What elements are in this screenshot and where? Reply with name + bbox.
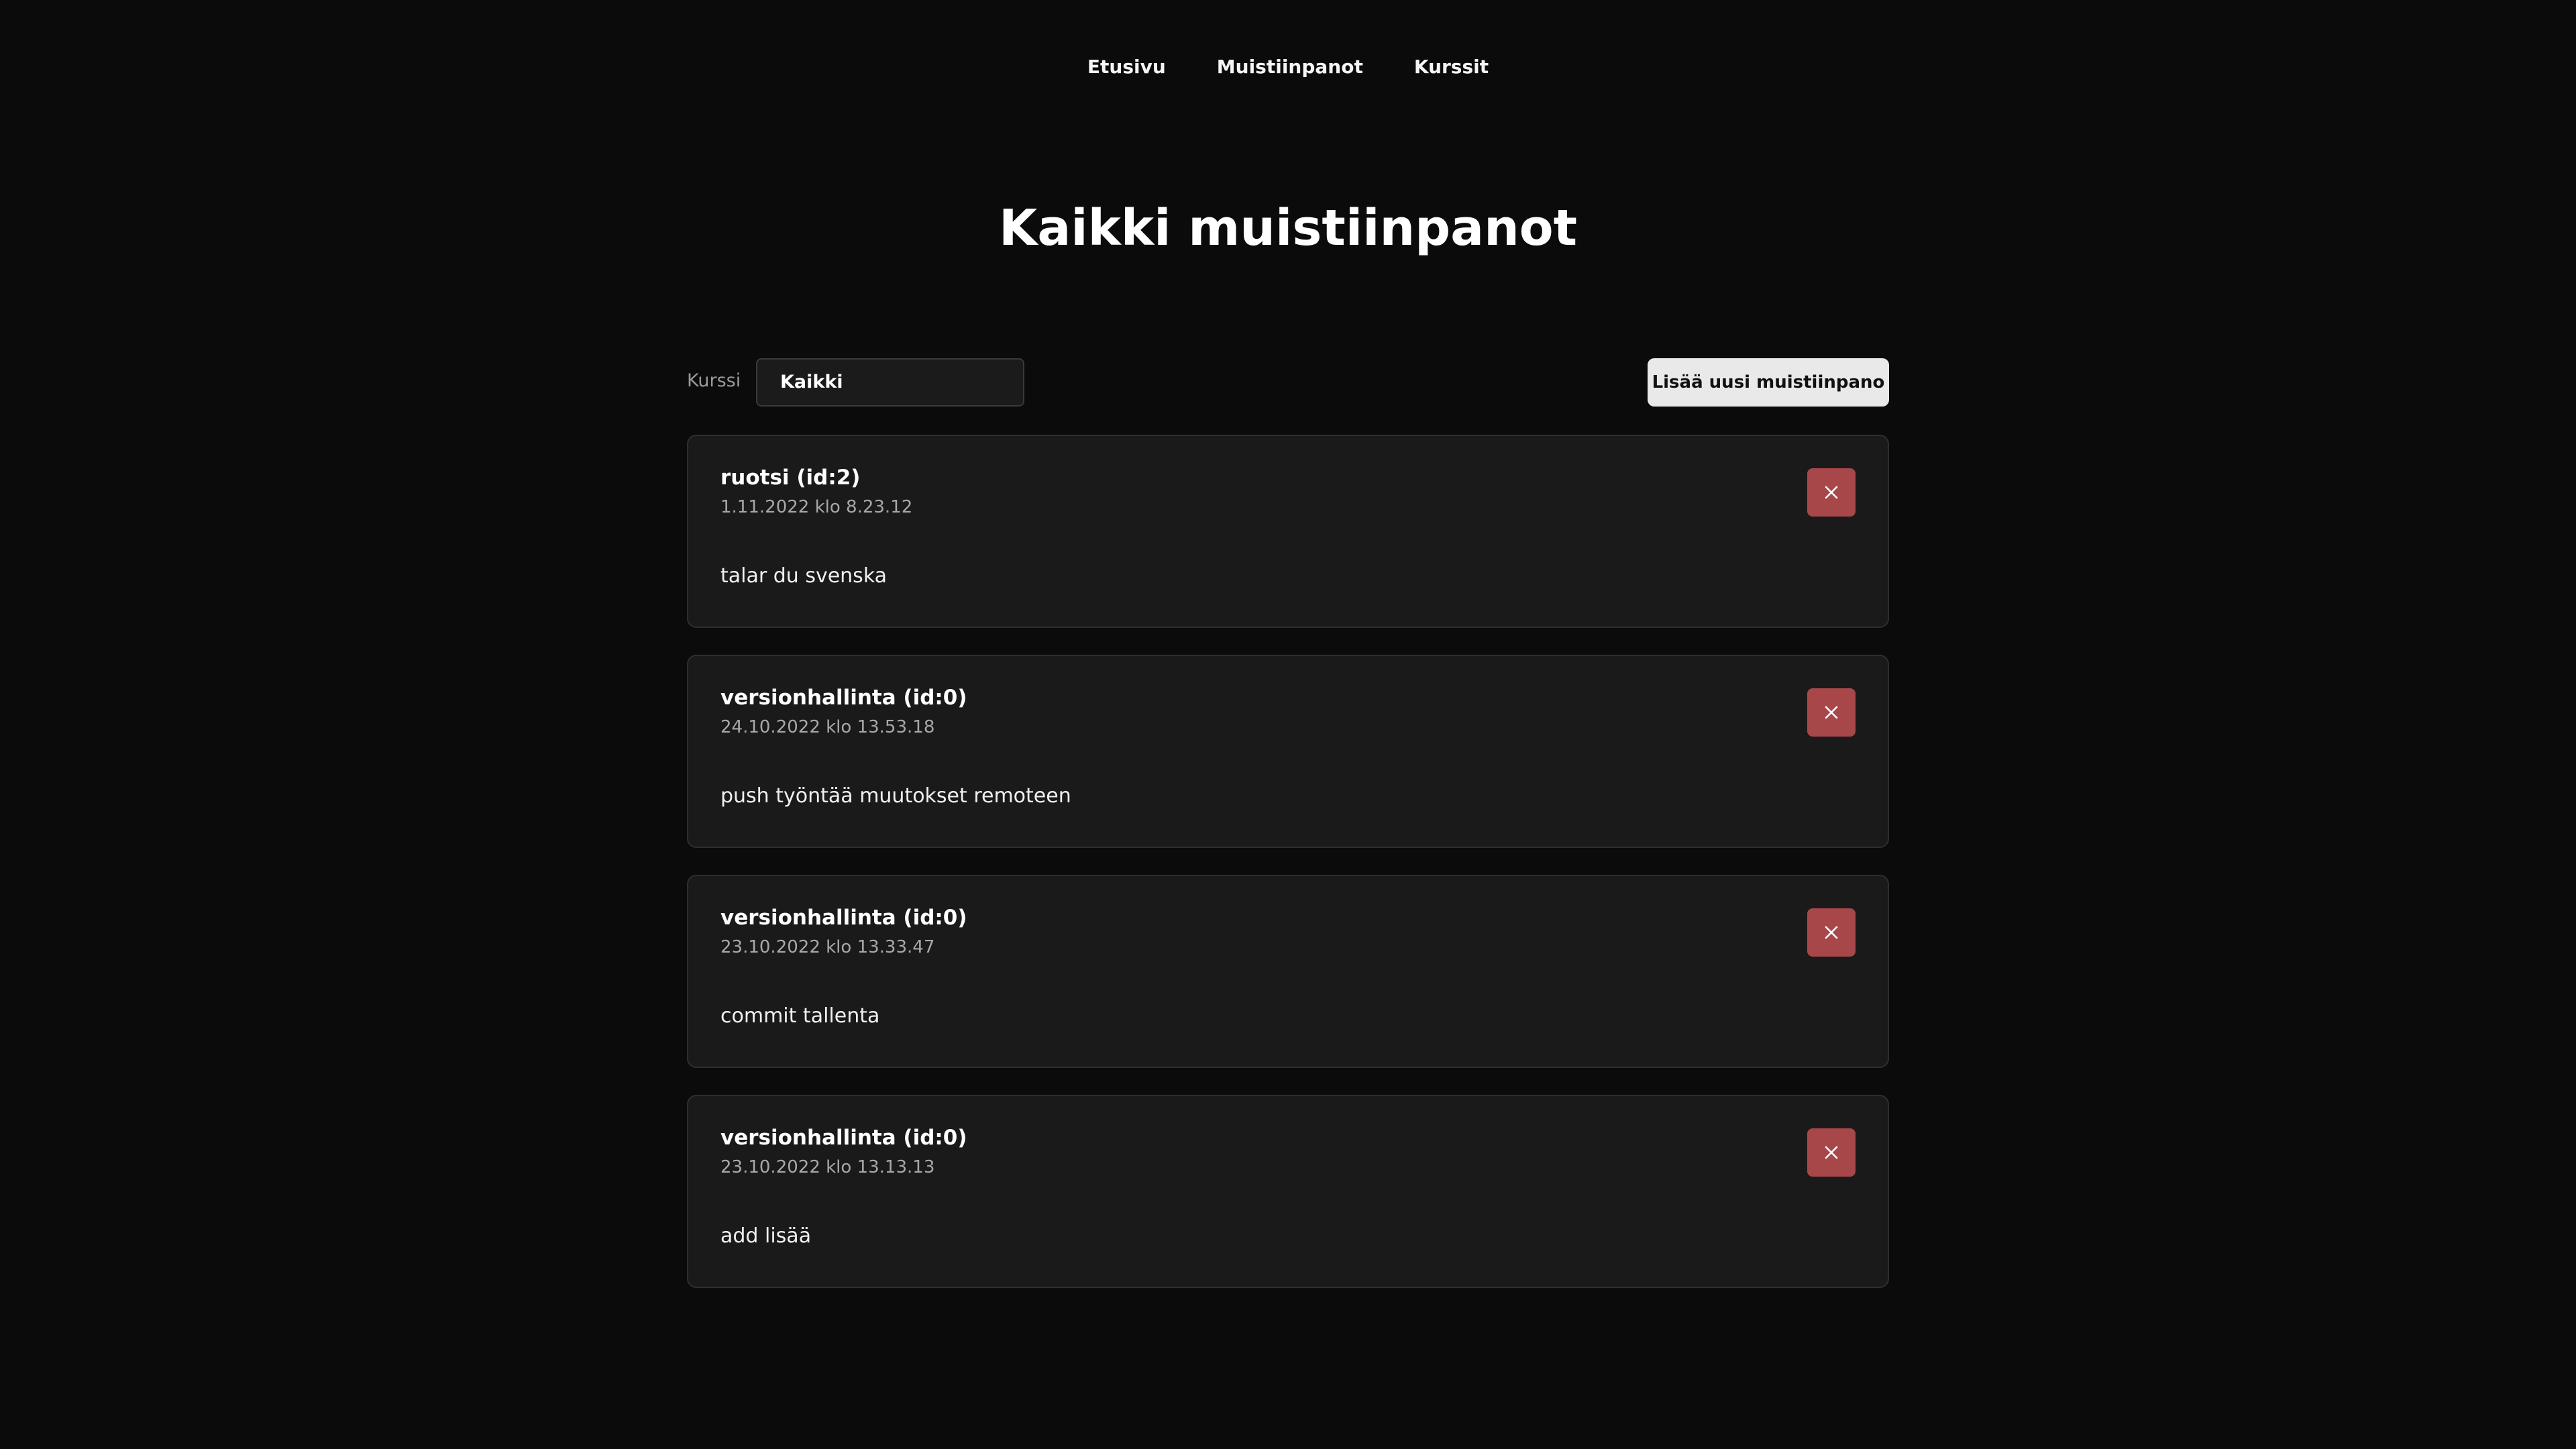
note-course: versionhallinta (id:0): [720, 686, 967, 710]
note-timestamp: 23.10.2022 klo 13.13.13: [720, 1157, 935, 1177]
page-title: Kaikki muistiinpanot: [999, 199, 1577, 257]
delete-note-button[interactable]: [1807, 688, 1856, 737]
note-timestamp: 1.11.2022 klo 8.23.12: [720, 497, 913, 517]
top-nav: Etusivu Muistiinpanot Kurssit: [0, 52, 2576, 82]
note-content: add lisää: [720, 1224, 812, 1248]
note-course: ruotsi (id:2): [720, 466, 861, 490]
close-icon: [1825, 706, 1838, 719]
delete-note-button[interactable]: [1807, 1128, 1856, 1177]
note-content: talar du svenska: [720, 564, 888, 588]
add-note-button[interactable]: Lisää uusi muistiinpano: [1648, 358, 1889, 407]
notes-list: ruotsi (id:2) 1.11.2022 klo 8.23.12 tala…: [687, 435, 1889, 1315]
note-card: ruotsi (id:2) 1.11.2022 klo 8.23.12 tala…: [687, 435, 1889, 628]
note-timestamp: 23.10.2022 klo 13.33.47: [720, 937, 935, 957]
close-icon: [1825, 486, 1838, 499]
note-content: push työntää muutokset remoteen: [720, 784, 1071, 808]
note-card: versionhallinta (id:0) 23.10.2022 klo 13…: [687, 1095, 1889, 1288]
delete-note-button[interactable]: [1807, 468, 1856, 517]
note-course: versionhallinta (id:0): [720, 906, 967, 930]
notes-toolbar: Kurssi Kaikki Lisää uusi muistiinpano: [687, 358, 1889, 408]
note-card: versionhallinta (id:0) 23.10.2022 klo 13…: [687, 875, 1889, 1068]
course-filter-label: Kurssi: [687, 370, 741, 391]
note-course: versionhallinta (id:0): [720, 1126, 967, 1150]
nav-link-etusivu[interactable]: Etusivu: [1086, 52, 1167, 82]
course-filter-select[interactable]: Kaikki: [756, 358, 1024, 407]
page: Etusivu Muistiinpanot Kurssit Kaikki mui…: [0, 0, 2576, 1449]
note-content: commit tallenta: [720, 1004, 880, 1028]
nav-link-kurssit[interactable]: Kurssit: [1413, 52, 1490, 82]
nav-link-muistiinpanot[interactable]: Muistiinpanot: [1216, 52, 1364, 82]
close-icon: [1825, 1146, 1838, 1159]
note-card: versionhallinta (id:0) 24.10.2022 klo 13…: [687, 655, 1889, 848]
close-icon: [1825, 926, 1838, 939]
delete-note-button[interactable]: [1807, 908, 1856, 957]
note-timestamp: 24.10.2022 klo 13.53.18: [720, 717, 935, 737]
